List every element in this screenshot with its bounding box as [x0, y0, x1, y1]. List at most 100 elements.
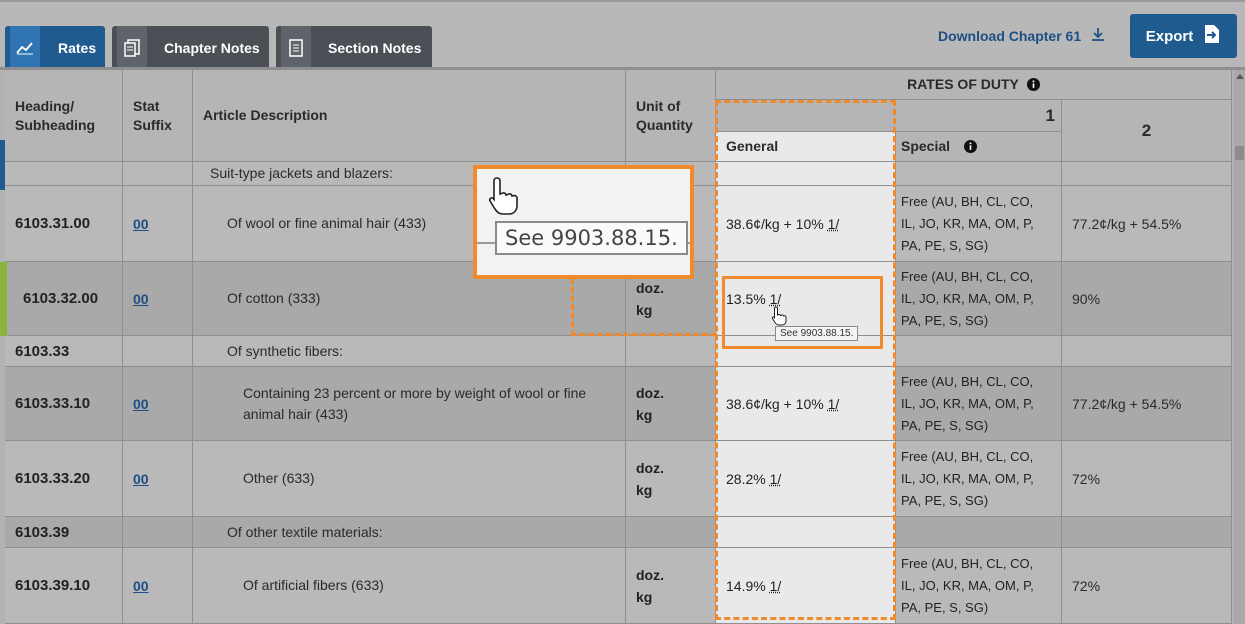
footnote-link[interactable]: 1/ — [770, 578, 782, 594]
table-row-cell — [626, 336, 716, 367]
table-row-cell — [896, 336, 1062, 367]
footnote-link[interactable]: 1/ — [828, 216, 840, 232]
row-heading: 6103.33.20 — [15, 470, 91, 487]
table-row-cell: 00 — [123, 367, 193, 441]
table-row-cell: Of synthetic fibers: — [193, 336, 626, 367]
general-rate: 28.2% — [726, 470, 766, 487]
table-row-heading: 6103.32.00 — [5, 262, 123, 336]
header-general-label: General — [726, 138, 779, 154]
export-icon — [1203, 24, 1221, 48]
header-special: Special — [896, 132, 1062, 162]
row-heading: 6103.39.10 — [15, 577, 91, 594]
download-icon — [1091, 27, 1105, 44]
row-unit: doz. kg — [636, 459, 664, 498]
toolbar: Rates Chapter Notes Section Notes Downlo… — [0, 0, 1245, 69]
header-unit-of-quantity: Unit of Quantity — [626, 70, 716, 162]
header-col1-label: 1 — [1045, 106, 1055, 125]
row-description: Of synthetic fibers: — [227, 342, 343, 359]
general-rate: 38.6¢/kg + 10% — [726, 215, 824, 232]
info-icon[interactable] — [1026, 78, 1040, 91]
stat-suffix-link[interactable]: 00 — [133, 396, 149, 412]
footnote-link[interactable]: 1/ — [828, 396, 840, 412]
footnote-tooltip: See 9903.88.15. — [775, 326, 859, 341]
row-description: Of other textile materials: — [227, 523, 383, 540]
table-row-cell: Containing 23 percent or more by weight … — [193, 367, 626, 441]
header-article-description-label: Article Description — [203, 107, 328, 123]
special-rate-cell: Free (AU, BH, CL, CO, IL, JO, KR, MA, OM… — [896, 262, 1062, 336]
stat-suffix-link[interactable]: 00 — [133, 291, 149, 307]
header-col2: 2 — [1062, 100, 1232, 162]
unit-cell: doz. kg — [626, 548, 716, 624]
scroll-up-icon[interactable] — [1236, 74, 1244, 79]
col2-rate-cell: 72% — [1062, 548, 1232, 624]
special-info-icon[interactable] — [964, 140, 978, 153]
tab-rates-label: Rates — [58, 39, 97, 56]
row-heading: 6103.39 — [15, 523, 70, 541]
table-row-cell — [716, 162, 896, 186]
table-row-heading: 6103.33.10 — [5, 367, 123, 441]
special-rate: Free (AU, BH, CL, CO, IL, JO, KR, MA, OM… — [901, 193, 1034, 253]
header-general: General — [716, 132, 896, 162]
table-row-cell — [5, 162, 123, 186]
zoomed-tooltip-callout: See 9903.88.15. — [473, 165, 694, 279]
tab-section-notes-label: Section Notes — [328, 39, 422, 56]
general-rate-cell: 38.6¢/kg + 10% 1/ — [716, 367, 896, 441]
footnote-link[interactable]: 1/ — [770, 471, 782, 487]
special-rate: Free (AU, BH, CL, CO, IL, JO, KR, MA, OM… — [901, 268, 1034, 328]
scrollbar-thumb[interactable] — [1235, 146, 1244, 160]
row-heading: 6103.33.10 — [15, 395, 91, 412]
download-chapter-link[interactable]: Download Chapter 61 — [938, 27, 1105, 44]
stat-suffix-link[interactable]: 00 — [133, 471, 149, 487]
header-stat-suffix: Stat Suffix — [123, 70, 193, 162]
stat-suffix-link[interactable]: 00 — [133, 578, 149, 594]
special-rate-cell: Free (AU, BH, CL, CO, IL, JO, KR, MA, OM… — [896, 548, 1062, 624]
table-row-heading: 6103.39 — [5, 517, 123, 548]
zoomed-hand-cursor-icon — [487, 175, 519, 220]
export-button[interactable]: Export — [1130, 14, 1237, 58]
row-description: Suit-type jackets and blazers: — [210, 165, 393, 181]
table-row-cell — [123, 336, 193, 367]
footnote-link[interactable]: 1/ — [770, 291, 782, 307]
table-row-cell — [1062, 162, 1232, 186]
table-row-cell: Other (633) — [193, 441, 626, 517]
table-row-cell — [716, 517, 896, 548]
chart-line-icon — [10, 26, 40, 69]
rates-table: Heading/ Subheading Stat Suffix Article … — [5, 70, 1232, 624]
header-unit-of-quantity-label: Unit of Quantity — [636, 97, 693, 133]
row-unit: doz. kg — [636, 566, 664, 605]
unit-cell: doz. kg — [626, 441, 716, 517]
row-unit: doz. kg — [636, 279, 664, 318]
general-rate-cell: 14.9% 1/ — [716, 548, 896, 624]
unit-cell: doz. kg — [626, 367, 716, 441]
vertical-scrollbar[interactable] — [1234, 70, 1245, 624]
table-row-heading: 6103.33.20 — [5, 441, 123, 517]
tab-rates[interactable]: Rates — [5, 26, 105, 69]
table-row-cell — [1062, 517, 1232, 548]
header-heading-label: Heading/ Subheading — [15, 97, 96, 133]
tab-section-notes[interactable]: Section Notes — [276, 26, 432, 69]
row-unit: doz. kg — [636, 384, 664, 423]
table-row-cell: 00 — [123, 441, 193, 517]
table-row-cell — [896, 162, 1062, 186]
general-rate: 38.6¢/kg + 10% — [726, 395, 824, 412]
table-row-cell — [123, 162, 193, 186]
col2-rate: 90% — [1072, 290, 1101, 307]
general-rate-cell: 13.5% 1/ — [716, 262, 896, 336]
row-heading: 6103.33 — [15, 342, 70, 360]
stat-suffix-link[interactable]: 00 — [133, 216, 149, 232]
header-special-label: Special — [901, 138, 951, 154]
col2-rate: 77.2¢/kg + 54.5% — [1072, 395, 1182, 412]
table-row-heading: 6103.39.10 — [5, 548, 123, 624]
general-rate-cell: 28.2% 1/ — [716, 441, 896, 517]
col2-rate: 77.2¢/kg + 54.5% — [1072, 215, 1182, 232]
header-rates-of-duty-label: RATES OF DUTY — [907, 76, 1019, 92]
tab-chapter-notes[interactable]: Chapter Notes — [112, 26, 269, 69]
table-row-cell — [1062, 336, 1232, 367]
col2-rate: 72% — [1072, 470, 1101, 487]
header-heading: Heading/ Subheading — [5, 70, 123, 162]
row-description: Of artificial fibers (633) — [243, 577, 384, 593]
table-row-heading: 6103.33 — [5, 336, 123, 367]
general-rate: 14.9% — [726, 577, 766, 594]
row-description: Of cotton (333) — [227, 290, 321, 306]
table-row-cell — [626, 517, 716, 548]
